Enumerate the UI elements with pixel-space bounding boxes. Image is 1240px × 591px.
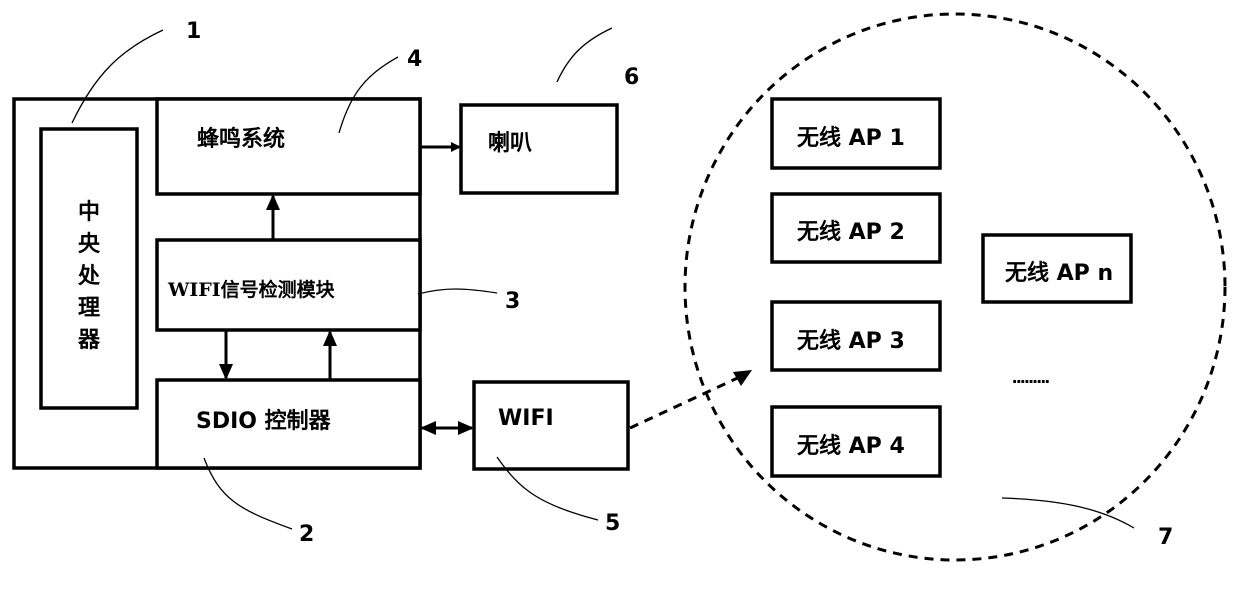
arrow-wifi-to-ap-area [629,373,745,430]
ap-label: 无线 AP 4 [797,433,905,459]
speaker-label: 喇叭 [488,131,532,156]
ap-block: 无线 AP 4 [770,405,942,478]
cpu-label-char: 处 [77,263,100,289]
wireless-coverage-circle [683,12,1227,562]
callout-number: 1 [186,19,201,44]
ap-block: 无线 AP 1 [770,97,942,170]
wifi-signal-module-label: WIFI信号检测模块 [167,278,336,301]
cpu-label-char: 理 [78,296,100,321]
ap-block: 无线 AP 2 [770,192,942,264]
ap-n-label: 无线 AP n [1005,260,1113,286]
buzzer-system-label: 蜂鸣系统 [197,126,285,152]
buzzer-system-block: 蜂鸣系统 [155,97,422,196]
callout-line-7 [1001,497,1135,529]
block-diagram: 中 央 处 理 器 蜂鸣系统 WIFI信号检测模块 SDIO 控制器 喇叭 WI… [12,12,1227,562]
callout-number: 5 [605,511,620,536]
callout-line-6 [556,27,613,83]
cpu-label-char: 中 [78,200,100,225]
callout-number: 2 [299,522,314,547]
callout-line-3 [417,288,498,295]
sdio-controller-block: SDIO 控制器 [155,378,422,470]
ap-label: 无线 AP 3 [797,328,905,354]
sdio-controller-label: SDIO 控制器 [196,408,332,434]
speaker-box [459,103,619,195]
wifi-signal-module-block: WIFI信号检测模块 [155,238,422,332]
ap-n-block: 无线 AP n [981,233,1133,304]
ap-label: 无线 AP 1 [797,125,905,151]
callout-number: 6 [624,65,639,90]
ellipsis-more-aps: ········· [1012,372,1050,391]
wifi-label: WIFI [498,406,554,431]
ap-label: 无线 AP 2 [797,219,905,245]
wifi-block: WIFI [472,380,630,471]
cpu-label-char: 央 [78,231,101,257]
callout-number: 7 [1158,525,1173,550]
cpu-label-char: 器 [77,328,101,353]
speaker-block: 喇叭 [459,103,619,195]
cpu-block: 中 央 处 理 器 [39,127,139,410]
callout-number: 3 [505,289,520,314]
ap-block: 无线 AP 3 [770,300,942,372]
callout-number: 4 [407,47,422,72]
